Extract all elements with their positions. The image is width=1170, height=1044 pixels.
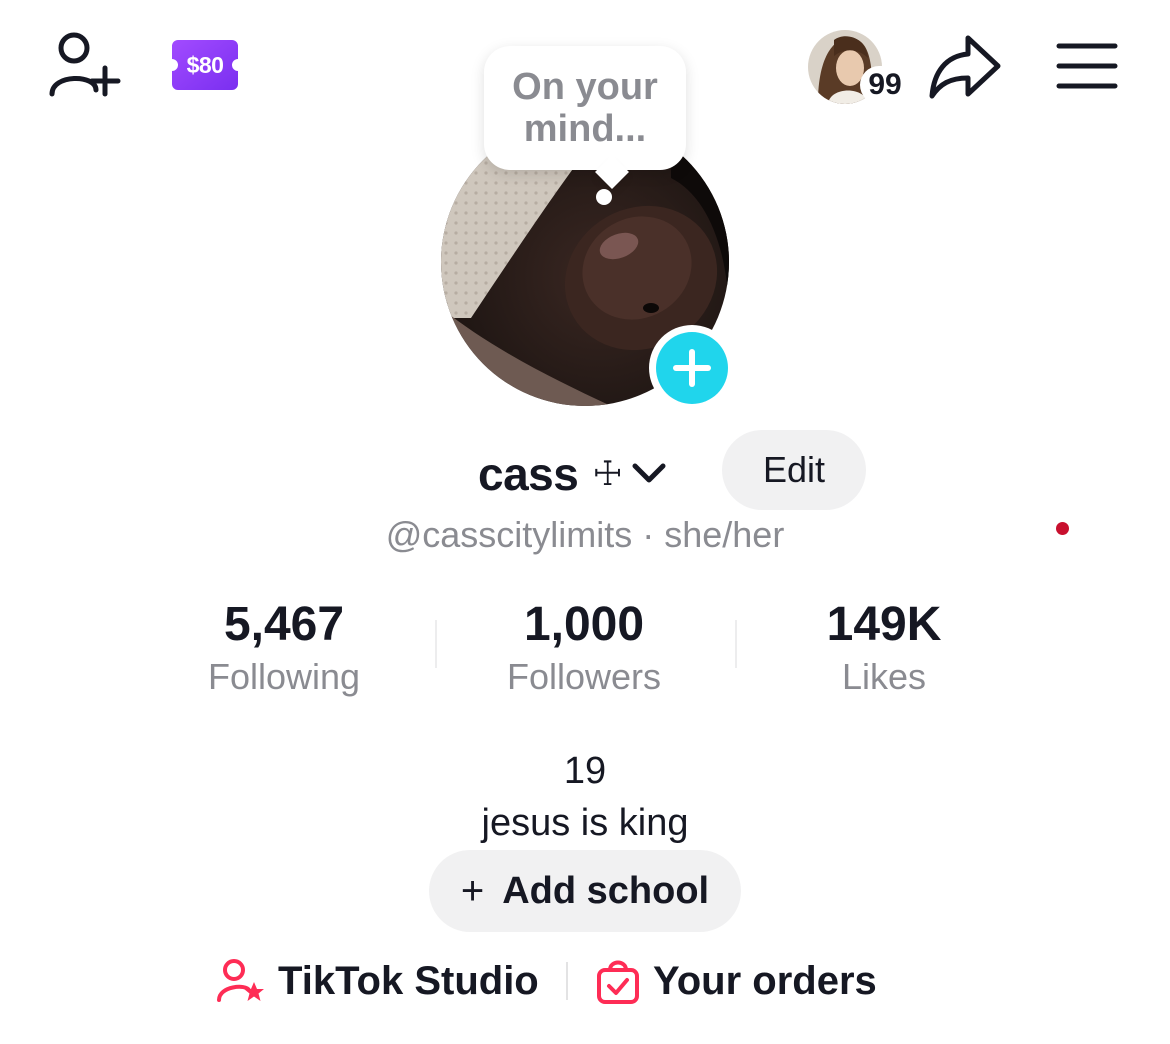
chevron-down-icon (632, 463, 666, 483)
notification-dot (1056, 522, 1069, 535)
bio: 19 jesus is king (0, 745, 1170, 849)
add-school-button[interactable]: + Add school (429, 850, 741, 932)
plus-icon: + (460, 868, 485, 913)
coupon-icon[interactable]: $80 (172, 40, 238, 90)
add-avatar-button[interactable] (649, 325, 735, 411)
coupon-amount: $80 (186, 51, 224, 78)
display-name: cass (478, 448, 579, 500)
story-thumbnail[interactable]: 99 (808, 30, 910, 104)
studio-icon (217, 959, 264, 1002)
stat-value: 149K (826, 598, 942, 651)
bio-line: jesus is king (481, 802, 689, 844)
cross-glyph: ☩ (592, 455, 623, 493)
share-icon[interactable] (928, 32, 1004, 100)
tiktok-studio-label: TikTok Studio (278, 958, 539, 1003)
stat-label: Followers (506, 656, 662, 697)
edit-profile-button[interactable]: Edit (722, 430, 866, 510)
on-your-mind-bubble[interactable]: On your mind... (484, 46, 686, 170)
stat-likes[interactable]: 149K Likes (734, 596, 1034, 700)
add-school-label: Add school (502, 869, 710, 912)
tiktok-studio-link[interactable]: TikTok Studio (216, 950, 539, 1012)
link-divider (566, 962, 568, 1000)
add-friend-icon[interactable] (44, 28, 124, 104)
stat-label: Following (207, 656, 361, 697)
menu-icon[interactable] (1056, 40, 1118, 92)
stat-value: 5,467 (223, 598, 345, 651)
handle-pronouns: @casscitylimits · she/her (385, 514, 785, 555)
stat-value: 1,000 (523, 598, 645, 651)
orders-icon (597, 960, 639, 1004)
stat-following[interactable]: 5,467 Following (134, 596, 434, 700)
your-orders-label: Your orders (653, 958, 877, 1003)
your-orders-link[interactable]: Your orders (595, 950, 877, 1012)
bubble-text: On your mind... (512, 66, 658, 150)
bio-line: 19 (563, 750, 607, 792)
stat-label: Likes (841, 656, 927, 697)
profile-page: $80 99 On your mind... cass ☩ Edit @cass… (0, 0, 1170, 1044)
account-switcher[interactable]: cass ☩ (478, 442, 669, 506)
story-count-badge: 99 (860, 66, 910, 104)
plus-icon (656, 332, 728, 404)
stat-followers[interactable]: 1,000 Followers (434, 596, 734, 700)
bubble-dot (596, 189, 612, 205)
